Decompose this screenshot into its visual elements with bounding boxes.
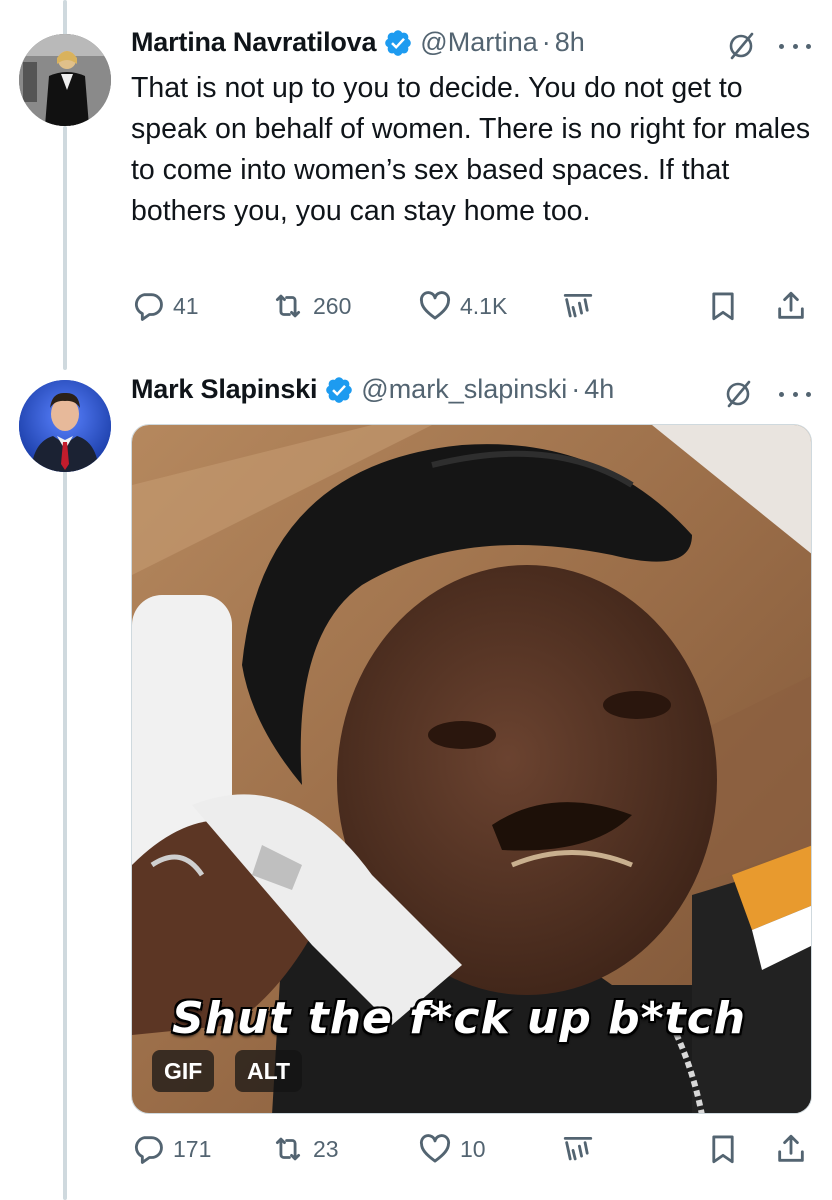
thread-line: [63, 470, 67, 1200]
reply-icon: [135, 1136, 163, 1164]
bookmark-icon: [712, 1135, 734, 1164]
reply-icon: [135, 293, 163, 321]
like-icon: [419, 291, 451, 320]
share-icon: [778, 1134, 804, 1162]
separator-dot: ·: [571, 374, 581, 404]
tweet-text: That is not up to you to decide. You do …: [131, 72, 811, 227]
reply-count: 41: [173, 292, 199, 319]
more-icon[interactable]: [779, 389, 811, 399]
reply-button[interactable]: 41: [131, 286, 199, 326]
gif-badge[interactable]: GIF: [152, 1050, 215, 1092]
timestamp[interactable]: 4h: [584, 374, 614, 405]
avatar[interactable]: [19, 34, 111, 126]
timestamp[interactable]: 8h: [555, 27, 585, 58]
views-icon: [563, 1136, 593, 1161]
separator-dot: ·: [541, 27, 551, 57]
retweet-count: 23: [313, 1135, 339, 1162]
share-button[interactable]: [774, 286, 808, 326]
share-icon: [778, 291, 804, 319]
bookmark-icon: [712, 292, 734, 321]
handle[interactable]: @Martina: [420, 27, 537, 58]
retweet-button[interactable]: 260: [271, 286, 351, 326]
reply-count: 171: [173, 1135, 212, 1162]
handle[interactable]: @mark_slapinski: [361, 374, 567, 405]
grok-icon[interactable]: [725, 30, 757, 62]
tweet-header: Mark Slapinski @mark_slapinski · 4h: [131, 374, 614, 405]
display-name[interactable]: Martina Navratilova: [131, 27, 376, 58]
alt-text-badge[interactable]: ALT: [235, 1050, 303, 1092]
action-bar: 171 23 10: [131, 1129, 811, 1169]
display-name[interactable]: Mark Slapinski: [131, 374, 317, 405]
views-icon: [563, 293, 593, 318]
reply-button[interactable]: 171: [131, 1129, 211, 1169]
share-button[interactable]: [774, 1129, 808, 1169]
more-icon[interactable]: [779, 41, 811, 51]
tweet-header: Martina Navratilova @Martina · 8h: [131, 27, 585, 58]
gif-media[interactable]: Shut the f*ck up b*tch GIF ALT: [131, 424, 812, 1114]
retweet-count: 260: [313, 292, 352, 319]
gif-caption: Shut the f*ck up b*tch: [172, 993, 747, 1044]
like-icon: [419, 1134, 451, 1163]
bookmark-button[interactable]: [706, 1129, 740, 1169]
verified-badge-icon: [383, 28, 413, 58]
action-bar: 41 260 4.1K: [131, 286, 811, 326]
thread-line: [63, 0, 67, 38]
like-button[interactable]: 10: [418, 1129, 486, 1169]
like-button[interactable]: 4.1K: [418, 286, 507, 326]
avatar[interactable]: [19, 380, 111, 472]
views-button[interactable]: [561, 286, 595, 326]
retweet-button[interactable]: 23: [271, 1129, 339, 1169]
like-count: 10: [460, 1135, 486, 1162]
thread-line: [63, 126, 67, 370]
retweet-icon: [275, 294, 301, 318]
grok-icon[interactable]: [722, 378, 754, 410]
views-button[interactable]: [561, 1129, 595, 1169]
verified-badge-icon: [324, 375, 354, 405]
like-count: 4.1K: [460, 292, 508, 319]
bookmark-button[interactable]: [706, 286, 740, 326]
retweet-icon: [275, 1137, 301, 1161]
